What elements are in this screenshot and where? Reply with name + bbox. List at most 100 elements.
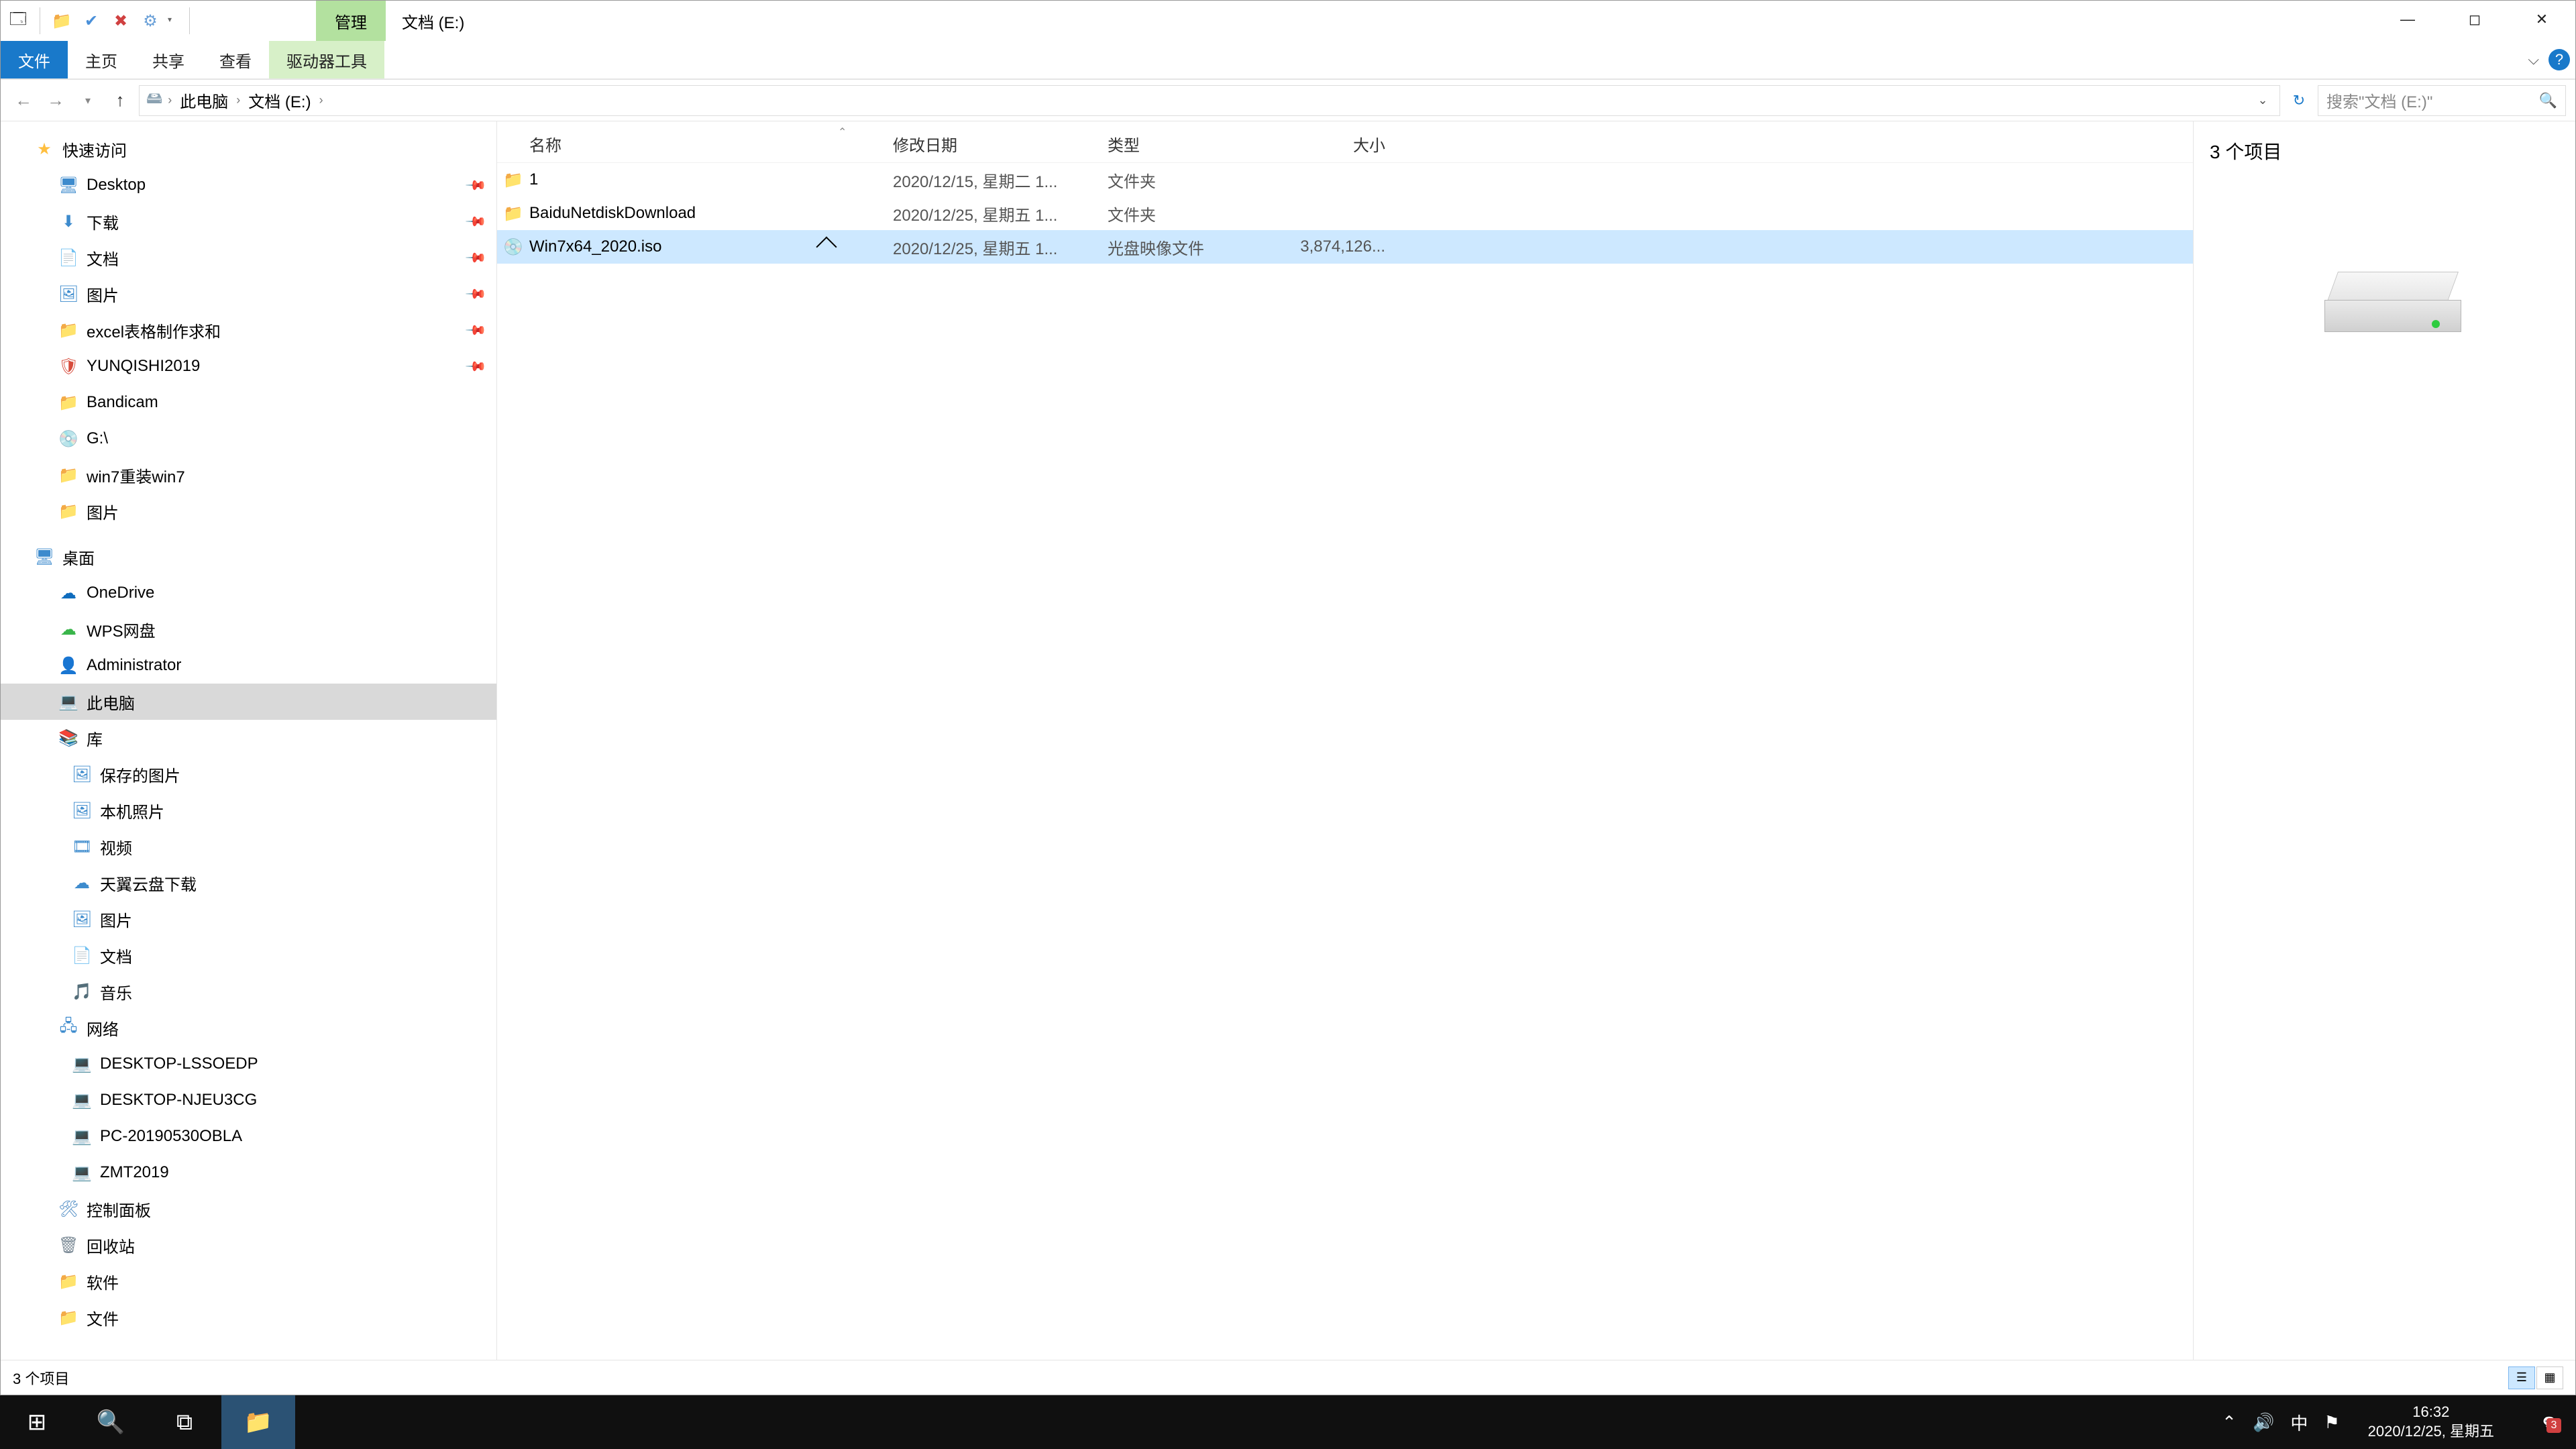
notification-button[interactable]: 💬 [2522, 1395, 2576, 1449]
chevron-right-icon[interactable]: › [168, 93, 172, 107]
ime-icon[interactable]: 中 [2290, 1410, 2308, 1435]
app-folder-icon: 🛡 [58, 357, 78, 376]
search-button[interactable]: 🔍 [74, 1395, 148, 1449]
maximize-button[interactable]: ◻ [2441, 1, 2508, 38]
pictures-icon: 🖼 [72, 765, 92, 784]
column-name[interactable]: 名称 [497, 132, 893, 156]
nav-documents-lib[interactable]: 📄文档 [1, 937, 496, 973]
column-date[interactable]: 修改日期 [893, 132, 1108, 156]
nav-software[interactable]: 📁软件 [1, 1263, 496, 1299]
nav-win7-folder[interactable]: 📁win7重装win7 [1, 457, 496, 493]
up-button[interactable]: ↑ [107, 87, 133, 114]
ribbon-collapse-icon[interactable]: ⌵ [2528, 51, 2539, 68]
breadcrumb[interactable]: 🖴 › 此电脑 › 文档 (E:) › ⌄ [139, 85, 2280, 116]
folder-icon: 📁 [58, 1272, 78, 1291]
minimize-button[interactable]: — [2374, 1, 2441, 38]
chevron-right-icon[interactable]: › [319, 93, 323, 107]
recycle-bin-icon: 🗑 [58, 1236, 78, 1255]
checkmark-icon[interactable]: ✔ [79, 9, 103, 33]
file-type: 文件夹 [1108, 168, 1287, 192]
back-button[interactable]: ← [10, 87, 37, 114]
taskbar-clock[interactable]: 16:32 2020/12/25, 星期五 [2356, 1403, 2506, 1441]
nav-wps[interactable]: ☁WPS网盘 [1, 611, 496, 647]
folder-icon[interactable]: 📁 [50, 9, 74, 33]
forward-button[interactable]: → [42, 87, 69, 114]
nav-desktop[interactable]: 🖥Desktop📌 [1, 167, 496, 203]
nav-onedrive[interactable]: ☁OneDrive [1, 575, 496, 611]
nav-pictures[interactable]: 🖼图片📌 [1, 276, 496, 312]
search-placeholder: 搜索"文档 (E:)" [2326, 89, 2432, 112]
address-dropdown-icon[interactable]: ⌄ [2253, 93, 2273, 107]
explorer-taskbar-button[interactable]: 📁 [221, 1395, 295, 1449]
nav-recycle-bin[interactable]: 🗑回收站 [1, 1227, 496, 1263]
column-type[interactable]: 类型 [1108, 132, 1287, 156]
qat-dropdown-icon[interactable]: ▾ [168, 15, 180, 27]
file-row[interactable]: 📁BaiduNetdiskDownload2020/12/25, 星期五 1..… [497, 197, 2193, 230]
help-icon[interactable]: ? [2548, 49, 2570, 70]
nav-pictures2[interactable]: 📁图片 [1, 493, 496, 529]
file-type: 文件夹 [1108, 202, 1287, 225]
separator [189, 7, 190, 34]
tab-share[interactable]: 共享 [135, 41, 202, 78]
nav-music[interactable]: 🎵音乐 [1, 973, 496, 1010]
nav-libraries[interactable]: 📚库 [1, 720, 496, 756]
tab-drive-tools[interactable]: 驱动器工具 [269, 41, 384, 78]
nav-documents[interactable]: 📄文档📌 [1, 239, 496, 276]
nav-control-panel[interactable]: 🛠控制面板 [1, 1191, 496, 1227]
context-tab-manage[interactable]: 管理 [316, 1, 386, 41]
file-name: BaiduNetdiskDownload [529, 204, 893, 223]
search-icon[interactable]: 🔍 [2539, 92, 2557, 109]
nav-pc3[interactable]: 💻PC-20190530OBLA [1, 1118, 496, 1155]
column-size[interactable]: 大小 [1287, 132, 1392, 156]
nav-tianyi[interactable]: ☁天翼云盘下载 [1, 865, 496, 901]
close-icon[interactable]: ✖ [109, 9, 133, 33]
gear-icon[interactable]: ⚙ [138, 9, 162, 33]
nav-pc1[interactable]: 💻DESKTOP-LSSOEDP [1, 1046, 496, 1082]
breadcrumb-drive-e[interactable]: 文档 (E:) [246, 89, 313, 112]
nav-pc4[interactable]: 💻ZMT2019 [1, 1155, 496, 1191]
view-details-button[interactable]: ☰ [2508, 1366, 2535, 1389]
tab-home[interactable]: 主页 [68, 41, 135, 78]
nav-quick-access[interactable]: ★快速访问 [1, 131, 496, 167]
nav-pc2[interactable]: 💻DESKTOP-NJEU3CG [1, 1082, 496, 1118]
nav-videos[interactable]: 🎞视频 [1, 828, 496, 865]
file-size: 3,874,126... [1287, 237, 1392, 256]
tab-file[interactable]: 文件 [1, 41, 68, 78]
pin-icon: 📌 [464, 246, 488, 269]
nav-saved-pics[interactable]: 🖼保存的图片 [1, 756, 496, 792]
nav-desktop-root[interactable]: 🖥桌面 [1, 539, 496, 575]
nav-downloads[interactable]: ⬇下载📌 [1, 203, 496, 239]
nav-admin[interactable]: 👤Administrator [1, 647, 496, 684]
nav-files[interactable]: 📁文件 [1, 1299, 496, 1336]
nav-yunqishi[interactable]: 🛡YUNQISHI2019📌 [1, 348, 496, 384]
pin-icon: 📌 [464, 282, 488, 305]
nav-camera-roll[interactable]: 🖼本机照片 [1, 792, 496, 828]
refresh-button[interactable]: ↻ [2286, 92, 2312, 109]
file-name: 1 [529, 170, 893, 189]
quick-access-toolbar: 🗔 📁 ✔ ✖ ⚙ ▾ [1, 7, 194, 34]
sort-ascending-icon: ⌃ [838, 125, 847, 139]
start-button[interactable]: ⊞ [0, 1395, 74, 1449]
view-icons-button[interactable]: ▦ [2536, 1366, 2563, 1389]
document-icon: 📄 [58, 248, 78, 268]
nav-g-drive[interactable]: 💿G:\ [1, 421, 496, 457]
close-button[interactable]: ✕ [2508, 1, 2575, 38]
file-row[interactable]: 📁12020/12/15, 星期二 1...文件夹 [497, 163, 2193, 197]
nav-pictures-lib[interactable]: 🖼图片 [1, 901, 496, 937]
address-bar: ← → ▾ ↑ 🖴 › 此电脑 › 文档 (E:) › ⌄ ↻ 搜索"文档 (E… [1, 80, 2575, 121]
search-input[interactable]: 搜索"文档 (E:)" 🔍 [2318, 85, 2566, 116]
nav-this-pc[interactable]: 💻此电脑 [1, 684, 496, 720]
nav-bandicam[interactable]: 📁Bandicam [1, 384, 496, 421]
nav-network[interactable]: 🖧网络 [1, 1010, 496, 1046]
breadcrumb-thispc[interactable]: 此电脑 [177, 89, 231, 112]
pin-icon: 📌 [464, 354, 488, 378]
recent-dropdown-icon[interactable]: ▾ [74, 87, 101, 114]
chevron-right-icon[interactable]: › [236, 93, 240, 107]
volume-icon[interactable]: 🔊 [2253, 1412, 2274, 1433]
file-row[interactable]: 💿Win7x64_2020.iso2020/12/25, 星期五 1...光盘映… [497, 230, 2193, 264]
security-icon[interactable]: ⚑ [2324, 1412, 2339, 1433]
tray-overflow-icon[interactable]: ⌃ [2222, 1412, 2237, 1433]
tab-view[interactable]: 查看 [202, 41, 269, 78]
nav-excel-folder[interactable]: 📁excel表格制作求和📌 [1, 312, 496, 348]
task-view-button[interactable]: ⧉ [148, 1395, 221, 1449]
